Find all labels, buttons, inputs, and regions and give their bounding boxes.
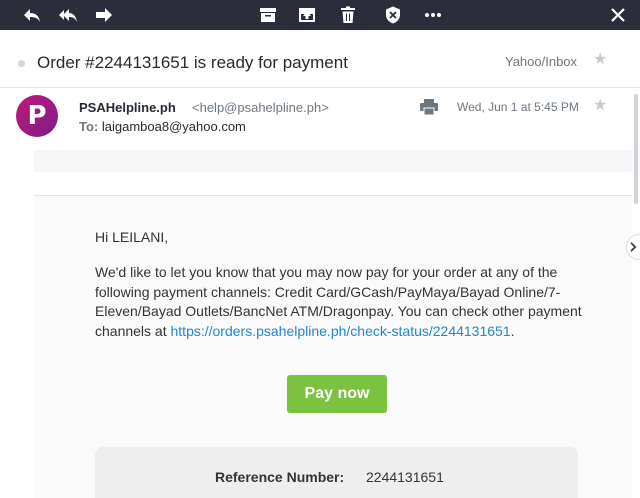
reference-number: 2244131651 xyxy=(366,469,444,485)
subject-bar: Order #2244131651 is ready for payment Y… xyxy=(0,38,640,88)
star-icon[interactable]: ★ xyxy=(593,52,607,68)
more-icon[interactable] xyxy=(421,3,445,27)
recipient-address: laigamboa8@yahoo.com xyxy=(101,119,246,134)
close-icon[interactable] xyxy=(606,3,630,27)
scrollbar[interactable] xyxy=(631,88,640,498)
sender-email: <help@psahelpline.ph> xyxy=(192,100,329,115)
folder-label[interactable]: Yahoo/Inbox xyxy=(505,54,577,69)
to-label: To: xyxy=(79,119,99,134)
body-text-end: . xyxy=(510,322,515,339)
message-star-icon[interactable]: ★ xyxy=(593,98,607,114)
spam-icon[interactable] xyxy=(381,3,405,27)
reply-all-icon[interactable] xyxy=(56,3,80,27)
body-paragraph: We'd like to let you know that you may n… xyxy=(95,263,585,341)
email-subject: Order #2244131651 is ready for payment xyxy=(37,53,348,72)
chevron-right-icon xyxy=(630,242,637,252)
unread-dot-icon[interactable] xyxy=(18,60,25,67)
reply-icon[interactable] xyxy=(20,3,44,27)
move-icon[interactable] xyxy=(295,3,319,27)
message-header: P PSAHelpline.ph <help@psahelpline.ph> T… xyxy=(0,89,640,149)
avatar-letter: P xyxy=(27,101,47,131)
print-icon[interactable] xyxy=(420,99,438,115)
delete-icon[interactable] xyxy=(336,3,360,27)
check-status-link[interactable]: https://orders.psahelpline.ph/check-stat… xyxy=(171,323,511,339)
message-date: Wed, Jun 1 at 5:45 PM xyxy=(457,100,579,114)
avatar: P xyxy=(16,95,58,137)
sender-name[interactable]: PSAHelpline.ph xyxy=(79,100,176,115)
archive-icon[interactable] xyxy=(256,3,280,27)
message-toolbar xyxy=(0,0,640,30)
forward-icon[interactable] xyxy=(92,3,116,27)
reference-label: Reference Number: xyxy=(215,469,345,485)
header-divider xyxy=(34,150,632,172)
scroll-thumb[interactable] xyxy=(634,94,638,204)
recipient-line: To: laigamboa8@yahoo.com xyxy=(79,119,246,134)
greeting: Hi LEILANI, xyxy=(95,229,169,245)
pay-now-button[interactable]: Pay now xyxy=(287,375,387,413)
